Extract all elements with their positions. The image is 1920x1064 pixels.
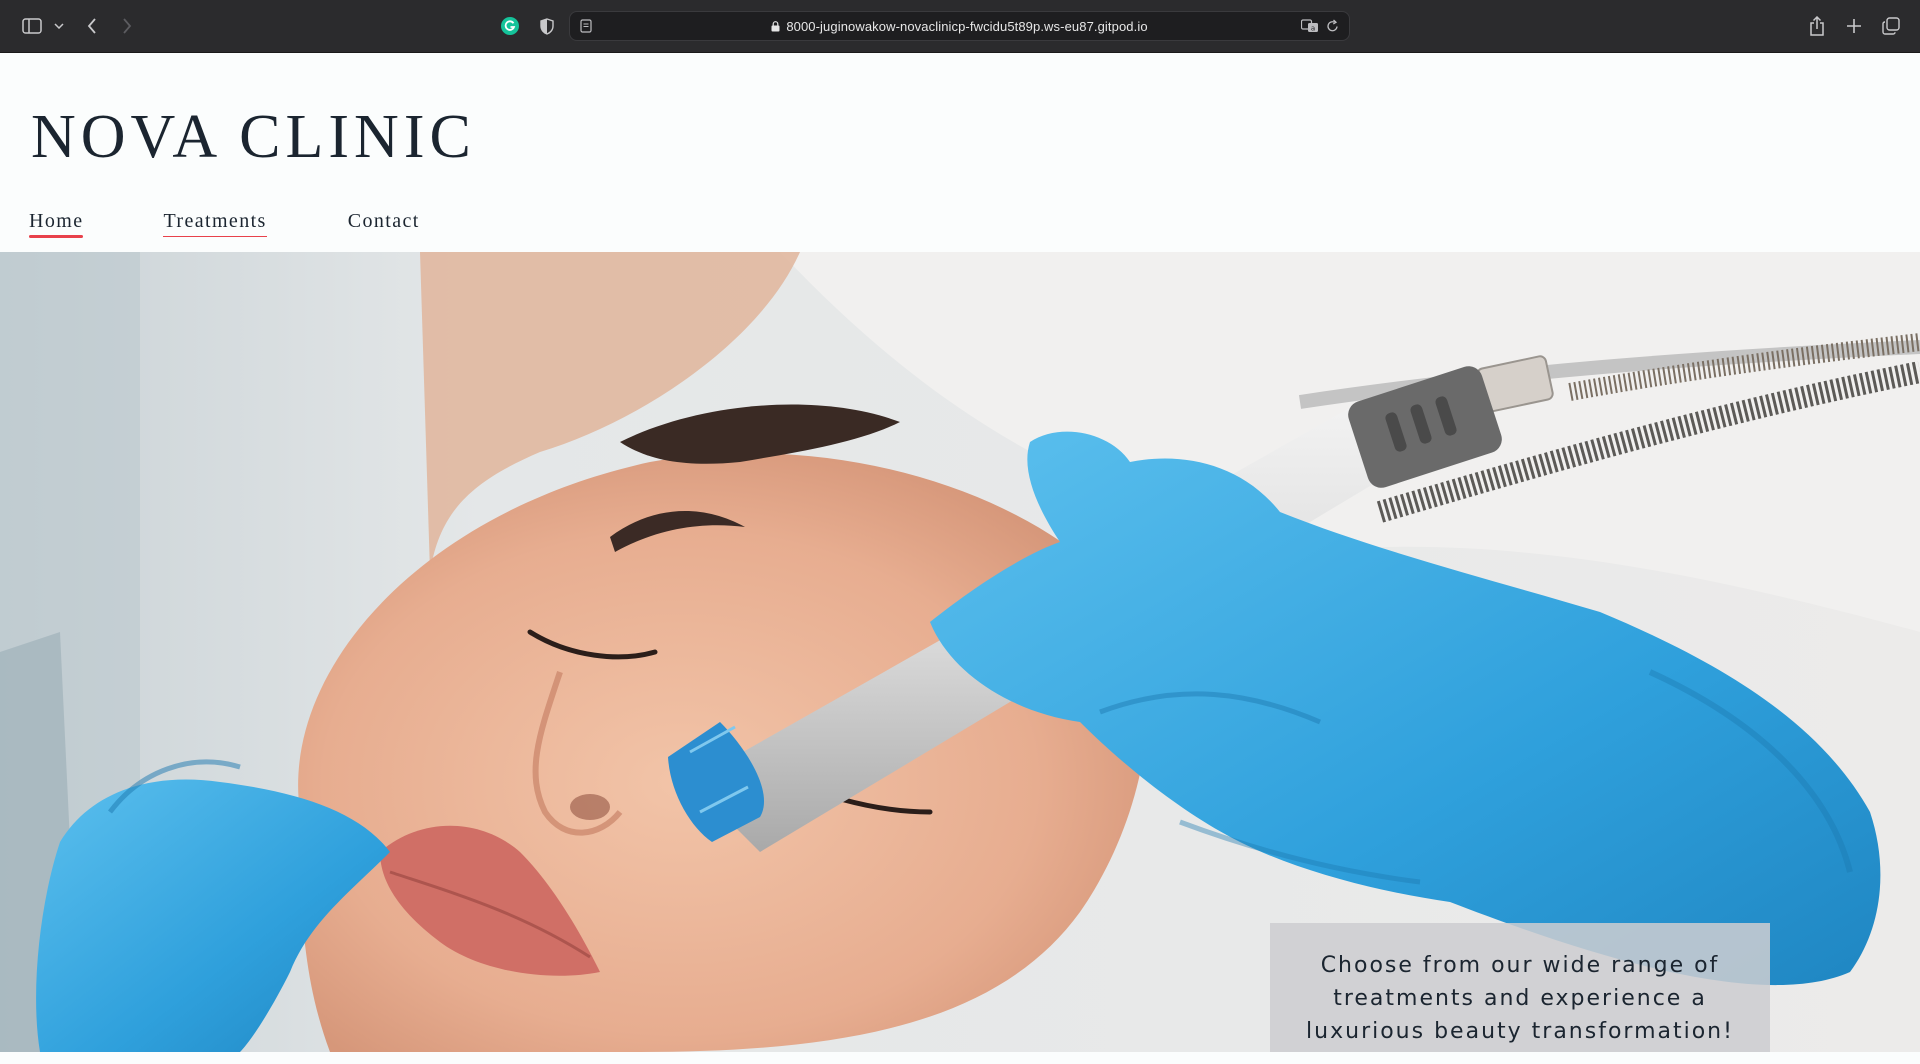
nav-treatments[interactable]: Treatments [163,210,268,237]
chevron-down-icon[interactable] [52,12,66,40]
hero-caption-box: Choose from our wide range of treatments… [1270,923,1770,1052]
shield-icon[interactable] [537,12,557,40]
new-tab-icon[interactable] [1843,12,1865,40]
share-icon[interactable] [1806,12,1828,40]
translate-icon[interactable]: a [1300,18,1319,39]
back-icon[interactable] [82,12,102,40]
main-nav: Home Treatments Contact [29,210,420,238]
tabs-overview-icon[interactable] [1880,12,1902,40]
reload-icon[interactable] [1326,19,1339,38]
browser-toolbar: 8000-juginowakow-novaclinicp-fwcidu5t89p… [0,0,1920,53]
grammarly-icon[interactable] [500,12,520,40]
svg-text:a: a [1311,25,1315,33]
sidebar-icon[interactable] [20,12,44,40]
nav-contact[interactable]: Contact [348,210,420,237]
url-text: 8000-juginowakow-novaclinicp-fwcidu5t89p… [786,19,1148,34]
lock-icon [771,20,780,35]
nav-home[interactable]: Home [29,210,84,238]
forward-icon[interactable] [117,12,137,40]
address-bar[interactable]: 8000-juginowakow-novaclinicp-fwcidu5t89p… [569,11,1350,41]
hero-banner: Choose from our wide range of treatments… [0,252,1920,1052]
hero-caption: Choose from our wide range of treatments… [1306,952,1734,1044]
website: NOVA CLINIC Home Treatments Contact Choo… [0,53,1920,1064]
site-logo[interactable]: NOVA CLINIC [31,106,476,168]
